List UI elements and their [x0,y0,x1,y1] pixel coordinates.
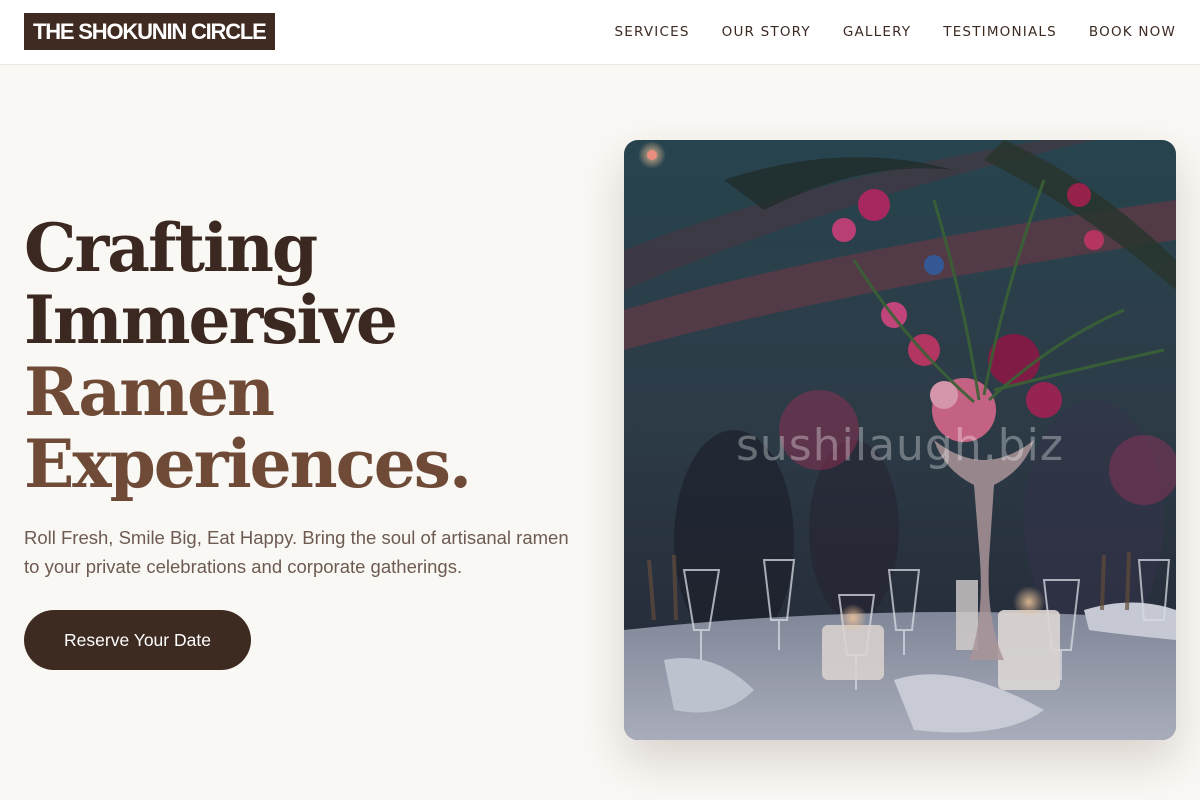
hero-title-line: Experiences. [24,425,472,503]
reserve-date-button[interactable]: Reserve Your Date [24,610,251,670]
nav-link-testimonials[interactable]: TESTIMONIALS [943,24,1057,40]
image-watermark: sushilaugh.biz [736,420,1064,471]
hero-title-line: Ramen [24,353,275,431]
hero-subtitle: Roll Fresh, Smile Big, Eat Happy. Bring … [24,527,569,577]
hero-title-line: Immersive [24,281,398,359]
nav-link-services[interactable]: SERVICES [615,24,690,40]
nav-link-our-story[interactable]: OUR STORY [722,24,811,40]
hero-title-line: Crafting [24,209,318,287]
brand-logo[interactable]: THE SHOKUNIN CIRCLE [24,13,275,50]
hero-event-photo: sushilaugh.biz [624,140,1176,740]
top-navbar: THE SHOKUNIN CIRCLE SERVICES OUR STORY G… [0,0,1200,65]
main-nav: SERVICES OUR STORY GALLERY TESTIMONIALS … [615,0,1176,64]
nav-link-gallery[interactable]: GALLERY [843,24,911,40]
nav-link-book-now[interactable]: BOOK NOW [1089,24,1176,40]
hero-title: Crafting Immersive Ramen Experiences. [24,212,584,500]
